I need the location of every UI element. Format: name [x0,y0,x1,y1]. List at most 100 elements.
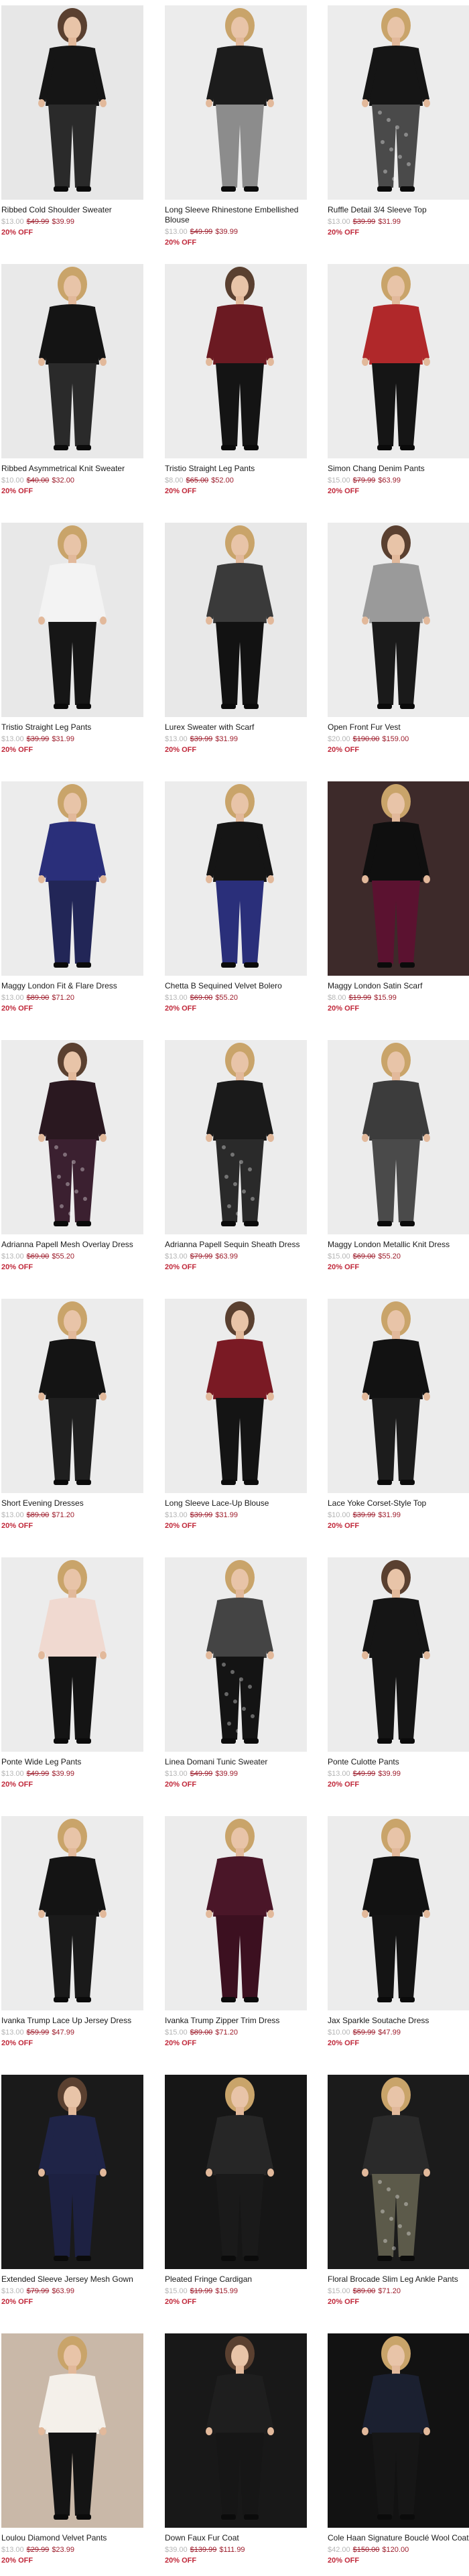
product-card[interactable]: Maggy London Fit & Flare Dress $13.00 $89.… [1,781,143,1013]
product-card[interactable]: Maggy London Metallic Knit Dress $15.00 $6… [328,1040,469,1272]
product-card[interactable]: Ribbed Cold Shoulder Sweater $13.00 $49.99… [1,5,143,237]
original-price: $8.00 [165,476,184,485]
product-image[interactable] [328,1040,469,1234]
product-photo-figure [165,1816,307,2010]
product-card[interactable]: Chetta B Sequined Velvet Bolero $13.00 $69… [165,781,307,1013]
product-image[interactable] [1,2333,143,2528]
product-title-link[interactable]: Long Sleeve Rhinestone Embellished Blous… [165,205,307,225]
product-image[interactable] [165,1816,307,2010]
product-card[interactable]: Jax Sparkle Soutache Dress $10.00 $59.99 $4… [328,1816,469,2048]
product-title-link[interactable]: Open Front Fur Vest [328,722,469,732]
original-price: $8.00 [328,994,346,1002]
product-title-link[interactable]: Jax Sparkle Soutache Dress [328,2016,469,2026]
product-title-link[interactable]: Cole Haan Signature Bouclé Wool Coat [328,2533,469,2543]
product-prices: $13.00 $49.99 $39.99 [1,217,143,227]
product-image[interactable] [328,2333,469,2528]
product-image[interactable] [1,1299,143,1493]
product-image[interactable] [1,1040,143,1234]
product-card[interactable]: Floral Brocade Slim Leg Ankle Pants $15.0… [328,2075,469,2307]
product-title-link[interactable]: Chetta B Sequined Velvet Bolero [165,981,307,991]
product-title-link[interactable]: Ponte Culotte Pants [328,1757,469,1767]
was-price: $49.99 [190,228,213,236]
product-image[interactable] [328,5,469,200]
product-card[interactable]: Ivanka Trump Zipper Trim Dress $15.00 $89.… [165,1816,307,2048]
product-title-link[interactable]: Long Sleeve Lace-Up Blouse [165,1498,307,1508]
product-title-link[interactable]: Floral Brocade Slim Leg Ankle Pants [328,2274,469,2284]
product-image[interactable] [165,1557,307,1752]
product-title-link[interactable]: Maggy London Satin Scarf [328,981,469,991]
product-title-link[interactable]: Ruffle Detail 3/4 Sleeve Top [328,205,469,215]
product-image[interactable] [328,781,469,976]
product-image[interactable] [1,264,143,458]
product-title-link[interactable]: Maggy London Fit & Flare Dress [1,981,143,991]
product-image[interactable] [165,781,307,976]
product-title-link[interactable]: Tristio Straight Leg Pants [165,464,307,474]
product-image[interactable] [328,523,469,717]
product-image[interactable] [165,1040,307,1234]
product-card[interactable]: Ruffle Detail 3/4 Sleeve Top $13.00 $39.99… [328,5,469,237]
product-card[interactable]: Tristio Straight Leg Pants $8.00 $65.00 $52… [165,264,307,496]
product-card[interactable]: Ponte Wide Leg Pants $13.00 $49.99 $39.99 20… [1,1557,143,1789]
product-image[interactable] [1,1557,143,1752]
product-title-link[interactable]: Loulou Diamond Velvet Pants [1,2533,143,2543]
product-card[interactable]: Cole Haan Signature Bouclé Wool Coat $42.… [328,2333,469,2565]
product-card[interactable]: Extended Sleeve Jersey Mesh Gown $13.00 $7… [1,2075,143,2307]
product-card[interactable]: Ponte Culotte Pants $13.00 $49.99 $39.99 20%… [328,1557,469,1789]
product-card[interactable]: Lace Yoke Corset-Style Top $10.00 $39.99 $3… [328,1299,469,1531]
product-title-link[interactable]: Tristio Straight Leg Pants [1,722,143,732]
product-card[interactable]: Long Sleeve Rhinestone Embellished Blous… [165,5,307,247]
product-title-link[interactable]: Lurex Sweater with Scarf [165,722,307,732]
product-image[interactable] [1,1816,143,2010]
product-image[interactable] [165,264,307,458]
product-image[interactable] [328,2075,469,2269]
product-card[interactable]: Ivanka Trump Lace Up Jersey Dress $13.00 $… [1,1816,143,2048]
product-image[interactable] [165,2075,307,2269]
product-card[interactable]: Maggy London Satin Scarf $8.00 $19.99 $15.9… [328,781,469,1013]
product-title-link[interactable]: Short Evening Dresses [1,1498,143,1508]
product-title-link[interactable]: Ponte Wide Leg Pants [1,1757,143,1767]
product-title-link[interactable]: Simon Chang Denim Pants [328,464,469,474]
product-image[interactable] [328,1557,469,1752]
product-card[interactable]: Lurex Sweater with Scarf $13.00 $39.99 $31.… [165,523,307,755]
product-image[interactable] [328,1299,469,1493]
product-image[interactable] [1,523,143,717]
product-title-link[interactable]: Ivanka Trump Zipper Trim Dress [165,2016,307,2026]
product-card[interactable]: Loulou Diamond Velvet Pants $13.00 $29.99 $… [1,2333,143,2565]
product-card[interactable]: Adrianna Papell Mesh Overlay Dress $13.00… [1,1040,143,1272]
product-card[interactable]: Tristio Straight Leg Pants $13.00 $39.99 $3… [1,523,143,755]
product-image[interactable] [1,2075,143,2269]
product-title-link[interactable]: Extended Sleeve Jersey Mesh Gown [1,2274,143,2284]
discount-badge: 20% OFF [165,2557,197,2565]
product-title-link[interactable]: Lace Yoke Corset-Style Top [328,1498,469,1508]
product-card[interactable]: Ribbed Asymmetrical Knit Sweater $10.00 $4… [1,264,143,496]
product-title-link[interactable]: Maggy London Metallic Knit Dress [328,1240,469,1250]
product-card[interactable]: Simon Chang Denim Pants $15.00 $79.99 $63.9… [328,264,469,496]
product-image[interactable] [1,781,143,976]
product-title-link[interactable]: Adrianna Papell Sequin Sheath Dress [165,1240,307,1250]
original-price: $13.00 [1,1511,24,1519]
product-image[interactable] [165,2333,307,2528]
original-price: $15.00 [165,2028,188,2037]
product-card[interactable]: Adrianna Papell Sequin Sheath Dress $13.0… [165,1040,307,1272]
product-title-link[interactable]: Ribbed Cold Shoulder Sweater [1,205,143,215]
product-card[interactable]: Long Sleeve Lace-Up Blouse $13.00 $39.99 $3… [165,1299,307,1531]
product-card[interactable]: Short Evening Dresses $13.00 $89.00 $71.20 2… [1,1299,143,1531]
product-card[interactable]: Linea Domani Tunic Sweater $13.00 $49.99 $3… [165,1557,307,1789]
was-price: $39.99 [26,735,50,743]
product-title-link[interactable]: Linea Domani Tunic Sweater [165,1757,307,1767]
discount-badge: 20% OFF [1,229,34,237]
product-image[interactable] [1,5,143,200]
product-image[interactable] [328,264,469,458]
product-image[interactable] [165,1299,307,1493]
product-title-link[interactable]: Ivanka Trump Lace Up Jersey Dress [1,2016,143,2026]
product-title-link[interactable]: Down Faux Fur Coat [165,2533,307,2543]
product-title-link[interactable]: Pleated Fringe Cardigan [165,2274,307,2284]
product-image[interactable] [165,5,307,200]
product-title-link[interactable]: Adrianna Papell Mesh Overlay Dress [1,1240,143,1250]
product-card[interactable]: Open Front Fur Vest $20.00 $190.00 $159.00 2… [328,523,469,755]
product-card[interactable]: Pleated Fringe Cardigan $15.00 $19.99 $15.9… [165,2075,307,2307]
product-title-link[interactable]: Ribbed Asymmetrical Knit Sweater [1,464,143,474]
product-image[interactable] [165,523,307,717]
product-card[interactable]: Down Faux Fur Coat $39.00 $139.99 $111.99 20… [165,2333,307,2565]
product-image[interactable] [328,1816,469,2010]
